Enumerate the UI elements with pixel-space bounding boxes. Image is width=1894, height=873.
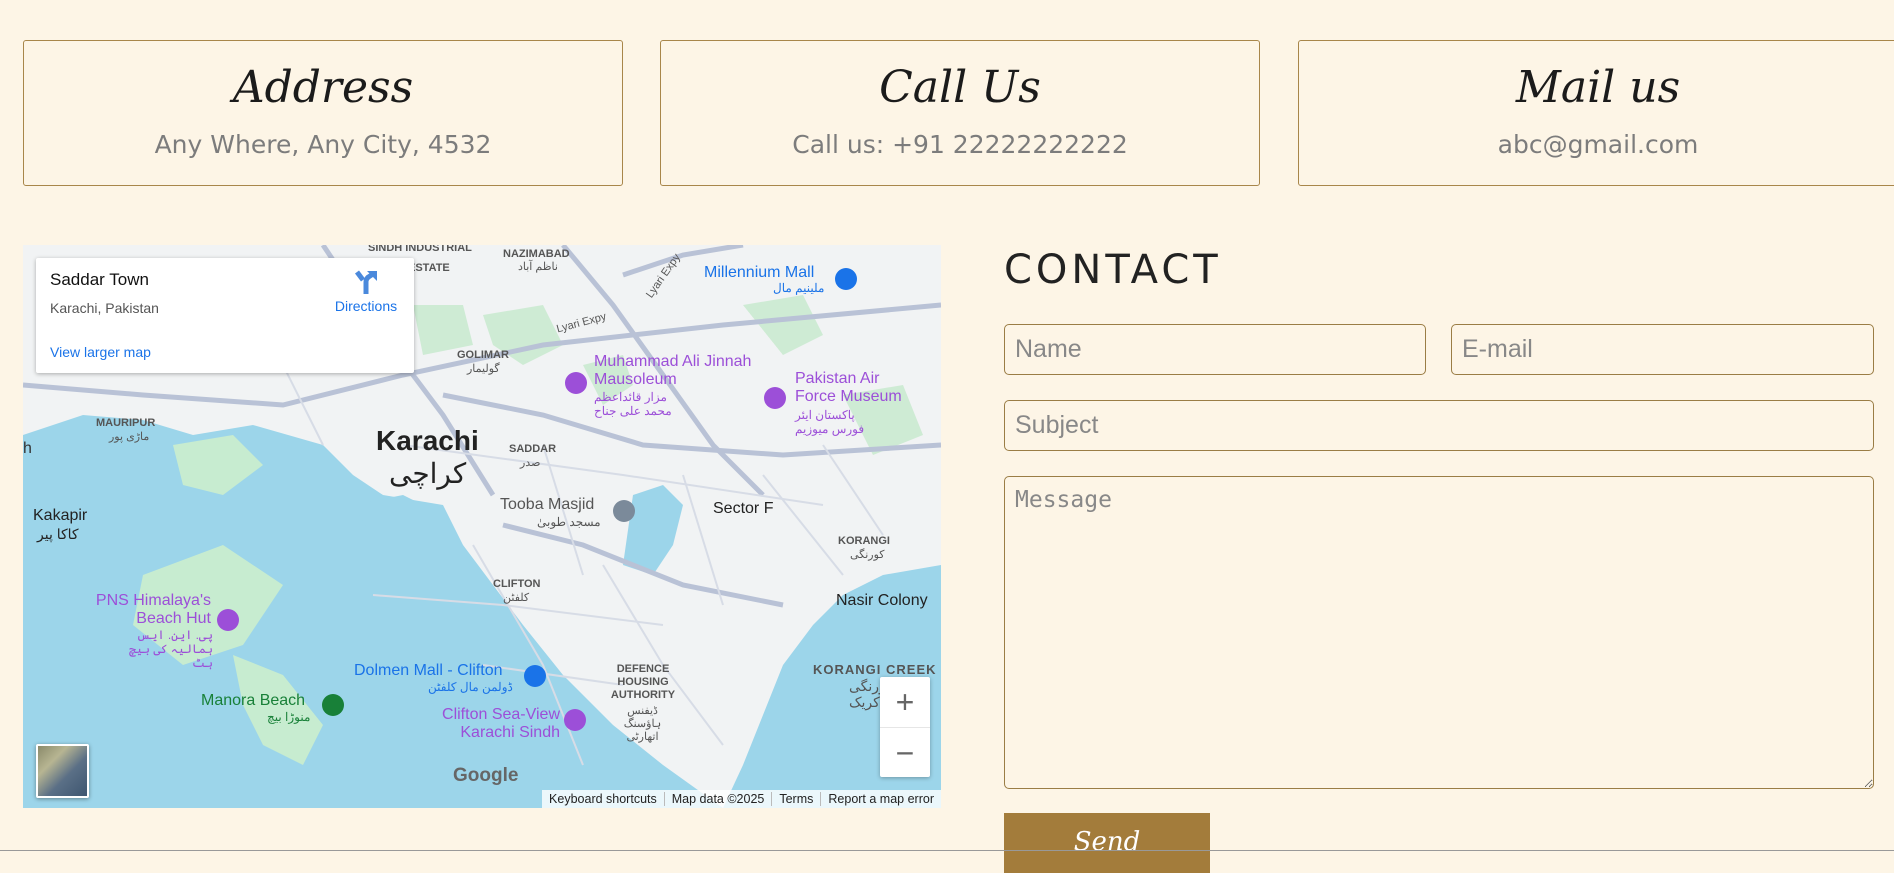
- map-label-pns-himalaya-ur: پی. این. ایس ہمالیہ کی بیچ ہٹ: [128, 628, 213, 670]
- directions-label: Directions: [334, 298, 398, 314]
- map-attribution-bar: Keyboard shortcuts Map data ©2025 Terms …: [542, 790, 941, 808]
- send-button[interactable]: Send: [1004, 813, 1210, 873]
- map-label-clifton-ur: کلفٹن: [503, 592, 530, 604]
- map-label-kakapir-ur: کاکا پیر: [37, 526, 79, 542]
- map-label-dha: DEFENCE HOUSING AUTHORITY: [610, 663, 676, 701]
- map-label-saddar-ur: صدر: [520, 457, 541, 469]
- view-larger-map-link[interactable]: View larger map: [50, 344, 151, 360]
- call-title: Call Us: [879, 62, 1041, 113]
- contact-title: CONTACT: [1004, 247, 1222, 293]
- subject-input[interactable]: [1004, 400, 1874, 451]
- map-label-mausoleum-ur: مزار قائداعظم محمد علی جناح: [594, 390, 672, 418]
- map-label-dolmen-mall: Dolmen Mall - Clifton: [354, 662, 503, 679]
- map-label-nazimabad: NAZIMABAD: [503, 248, 570, 260]
- map-data-text: Map data ©2025: [663, 792, 772, 806]
- map-label-manora-beach-ur: منوڑا بیچ: [267, 710, 311, 724]
- directions-button[interactable]: Directions: [326, 268, 406, 314]
- address-title: Address: [232, 62, 414, 113]
- zoom-controls: + −: [880, 677, 930, 777]
- map-label-nasir-colony: Nasir Colony: [836, 592, 928, 609]
- terms-link[interactable]: Terms: [771, 792, 820, 806]
- map-label-mausoleum: Muhammad Ali Jinnah Mausoleum: [594, 353, 752, 388]
- map-label-estate: ESTATE: [408, 262, 450, 274]
- map-label-karachi: Karachi: [376, 425, 479, 456]
- map-label-mauripur: MAURIPUR: [96, 417, 156, 429]
- map-label-mauripur-ur: ماڑی پور: [109, 431, 150, 443]
- place-name: Saddar Town: [50, 270, 149, 289]
- map-label-sector-f: Sector F: [713, 500, 774, 517]
- map-label-karachi-ur: کراچی: [389, 458, 467, 489]
- map-label-millennium-mall-ur: ملینیم مال: [773, 281, 825, 295]
- map-label-tooba-masjid: Tooba Masjid: [500, 496, 595, 513]
- map-label-paf-museum: Pakistan Air Force Museum: [795, 370, 902, 405]
- google-logo: Google: [453, 765, 519, 786]
- message-textarea[interactable]: [1004, 476, 1874, 789]
- map-label-dolmen-mall-ur: ڈولمن مال کلفٹن: [428, 680, 513, 694]
- call-card: Call Us Call us: +91 22222222222: [660, 40, 1260, 186]
- map-label-millennium-mall: Millennium Mall: [704, 264, 815, 281]
- address-text: Any Where, Any City, 4532: [154, 129, 492, 159]
- zoom-in-button[interactable]: +: [880, 677, 930, 728]
- map-label-tooba-masjid-ur: مسجد طوبیٰ: [537, 515, 601, 529]
- name-input[interactable]: [1004, 324, 1426, 375]
- report-map-error-link[interactable]: Report a map error: [820, 792, 941, 806]
- map-label-korangi-ur: کورنگی: [850, 549, 885, 561]
- mail-card: Mail us abc@gmail.com: [1298, 40, 1894, 186]
- map-label-pns-himalaya: PNS Himalaya's Beach Hut: [95, 592, 211, 627]
- map-label-saddar: SADDAR: [509, 443, 557, 455]
- map-label-clifton-seaview: Clifton Sea-View Karachi Sindh: [442, 706, 560, 741]
- map-label-nazimabad-ur: ناظم آباد: [518, 261, 558, 273]
- map-label-korangi: KORANGI: [838, 535, 890, 547]
- map-label-clifton: CLIFTON: [493, 578, 541, 590]
- satellite-layer-toggle[interactable]: [36, 744, 89, 798]
- map-label-golimar: GOLIMAR: [457, 349, 509, 361]
- keyboard-shortcuts-link[interactable]: Keyboard shortcuts: [542, 792, 664, 806]
- place-info-card: Saddar Town Karachi, Pakistan Directions…: [36, 258, 414, 373]
- map-label-kakapir: Kakapir: [33, 507, 88, 524]
- mail-text: abc@gmail.com: [1497, 129, 1699, 159]
- google-map[interactable]: SINDH INDUSTRIAL ESTATE NAZIMABAD ناظم آ…: [23, 245, 941, 808]
- map-label-dha-ur: ڈیفنس ہاؤسنگ اتھارٹی: [623, 705, 662, 743]
- map-label-sindh-industrial: SINDH INDUSTRIAL: [368, 245, 472, 254]
- map-label-h-edge: h: [23, 440, 32, 457]
- email-input[interactable]: [1451, 324, 1874, 375]
- zoom-out-button[interactable]: −: [880, 728, 930, 778]
- map-label-golimar-ur: گولیمار: [467, 363, 500, 375]
- map-label-korangi-creek-ur: کورنگی کریک: [849, 678, 893, 710]
- mail-title: Mail us: [1515, 62, 1681, 113]
- address-card: Address Any Where, Any City, 4532: [23, 40, 623, 186]
- call-text: Call us: +91 22222222222: [792, 129, 1128, 159]
- map-label-korangi-creek: KORANGI CREEK: [813, 662, 937, 677]
- directions-icon: [355, 270, 377, 294]
- map-label-paf-museum-ur: پاکستان ایئر فورس میوزیم: [795, 408, 865, 436]
- map-label-manora-beach: Manora Beach: [201, 692, 306, 709]
- place-subtitle: Karachi, Pakistan: [50, 300, 159, 316]
